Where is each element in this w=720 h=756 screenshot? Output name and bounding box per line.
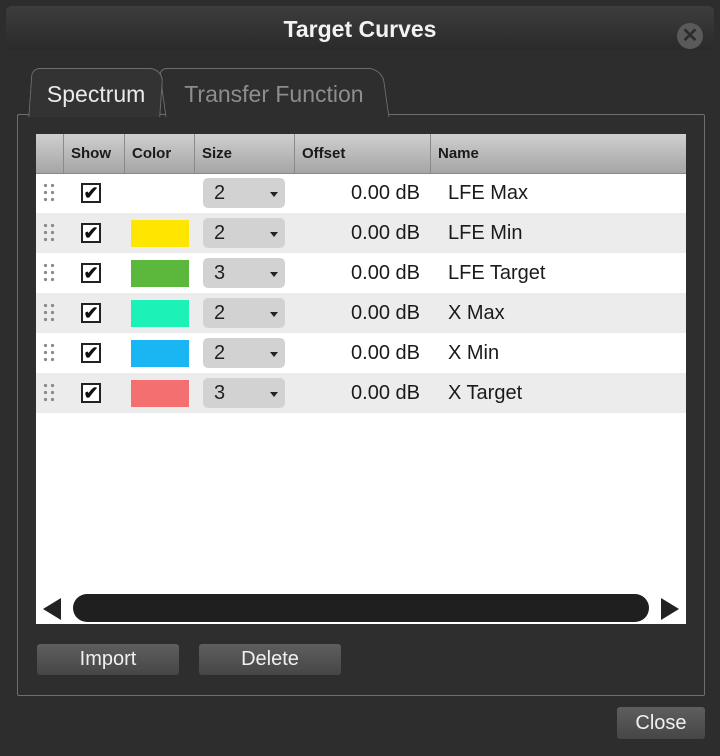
header-color[interactable]: Color [124,134,194,173]
chevron-down-icon [270,352,278,357]
table-row[interactable]: ✔ 2 0.00 dB X Max [36,293,686,333]
size-dropdown[interactable]: 2 [203,338,285,368]
curve-name[interactable]: X Min [448,333,499,373]
curve-name[interactable]: X Max [448,293,505,333]
drag-handle-icon[interactable] [42,342,56,362]
color-swatch[interactable] [131,260,189,287]
close-icon[interactable]: ✕ [677,23,703,49]
curve-name[interactable]: LFE Min [448,213,522,253]
scroll-right-arrow-icon[interactable] [661,598,679,620]
color-swatch[interactable] [131,300,189,327]
table-row[interactable]: ✔ 2 0.00 dB X Min [36,333,686,373]
color-swatch[interactable] [131,340,189,367]
import-button[interactable]: Import [37,644,179,675]
table-row[interactable]: ✔ 2 0.00 dB LFE Max [36,173,686,213]
offset-value[interactable]: 0.00 dB [296,253,420,293]
drag-handle-icon[interactable] [42,222,56,242]
show-checkbox[interactable]: ✔ [81,183,101,203]
size-dropdown[interactable]: 3 [203,378,285,408]
delete-button[interactable]: Delete [199,644,341,675]
title-bar[interactable]: Target Curves ✕ [6,6,714,50]
table-row[interactable]: ✔ 2 0.00 dB LFE Min [36,213,686,253]
size-value: 2 [214,182,226,204]
curves-table: Show Color Size Offset Name ✔ 2 0.00 dB LFE… [36,134,686,624]
close-button[interactable]: Close [617,707,705,739]
header-show[interactable]: Show [63,134,124,173]
show-checkbox[interactable]: ✔ [81,263,101,283]
size-value: 2 [214,302,226,324]
size-value: 2 [214,342,226,364]
chevron-down-icon [270,272,278,277]
show-checkbox[interactable]: ✔ [81,343,101,363]
offset-value[interactable]: 0.00 dB [296,293,420,333]
chevron-down-icon [270,232,278,237]
size-dropdown[interactable]: 3 [203,258,285,288]
chevron-down-icon [270,312,278,317]
curve-name[interactable]: LFE Target [448,253,545,293]
header-size[interactable]: Size [194,134,294,173]
show-checkbox[interactable]: ✔ [81,303,101,323]
table-row[interactable]: ✔ 3 0.00 dB LFE Target [36,253,686,293]
offset-value[interactable]: 0.00 dB [296,333,420,373]
tab-spectrum-label: Spectrum [46,81,146,107]
size-value: 3 [214,262,226,284]
drag-handle-icon[interactable] [42,382,56,402]
size-dropdown[interactable]: 2 [203,298,285,328]
size-value: 3 [214,382,226,404]
drag-handle-icon[interactable] [42,182,56,202]
header-name[interactable]: Name [430,134,686,173]
chevron-down-icon [270,192,278,197]
size-dropdown[interactable]: 2 [203,178,285,208]
offset-value[interactable]: 0.00 dB [296,213,420,253]
color-swatch[interactable] [131,380,189,407]
tab-transfer-function-label: Transfer Function [184,81,364,107]
color-swatch[interactable] [131,220,189,247]
table-row[interactable]: ✔ 3 0.00 dB X Target [36,373,686,413]
target-curves-dialog: Target Curves ✕ Spectrum Transfer Functi… [0,0,720,756]
header-grip [36,134,63,173]
size-value: 2 [214,222,226,244]
table-header: Show Color Size Offset Name [36,134,686,174]
offset-value[interactable]: 0.00 dB [296,373,420,413]
tab-transfer-function[interactable]: Transfer Function [158,68,390,117]
header-offset[interactable]: Offset [294,134,430,173]
drag-handle-icon[interactable] [42,262,56,282]
offset-value[interactable]: 0.00 dB [296,173,420,213]
size-dropdown[interactable]: 2 [203,218,285,248]
scroll-left-arrow-icon[interactable] [43,598,61,620]
tab-spectrum[interactable]: Spectrum [28,68,164,117]
chevron-down-icon [270,392,278,397]
curve-name[interactable]: X Target [448,373,522,413]
color-swatch[interactable] [131,180,189,207]
window-title: Target Curves [283,16,437,42]
horizontal-scrollbar[interactable] [73,594,649,622]
drag-handle-icon[interactable] [42,302,56,322]
curve-name[interactable]: LFE Max [448,173,528,213]
show-checkbox[interactable]: ✔ [81,223,101,243]
show-checkbox[interactable]: ✔ [81,383,101,403]
